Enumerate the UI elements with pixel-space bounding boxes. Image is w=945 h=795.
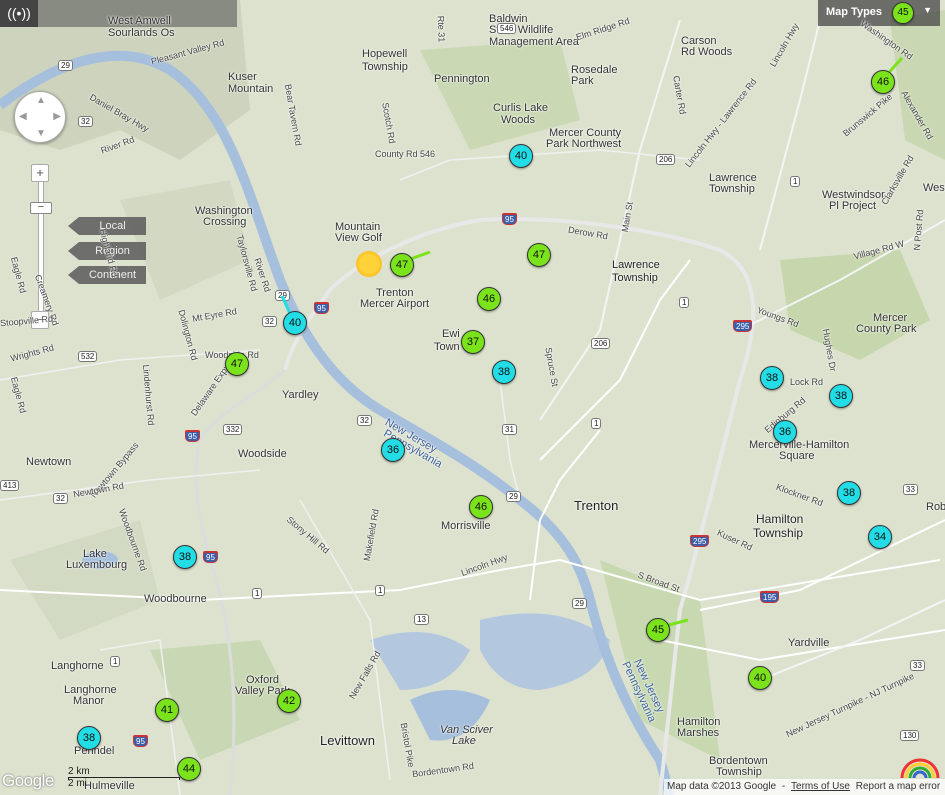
- scale-mi: 2 mi: [68, 778, 87, 789]
- temperature-marker[interactable]: 38: [492, 360, 516, 384]
- report-error-link[interactable]: Report a map error: [856, 781, 940, 792]
- scale-km: 2 km: [68, 766, 90, 777]
- temperature-marker[interactable]: 42: [277, 689, 301, 713]
- scale-bar: 2 km 2 mi: [68, 766, 180, 789]
- temperature-marker[interactable]: 38: [829, 384, 853, 408]
- temperature-marker[interactable]: 36: [381, 438, 405, 462]
- separator: -: [781, 781, 786, 792]
- terms-link[interactable]: Terms of Use: [791, 781, 850, 792]
- google-logo: Google: [2, 771, 54, 790]
- map-data-text: Map data ©2013 Google: [667, 781, 777, 792]
- temperature-marker[interactable]: 40: [509, 144, 533, 168]
- temperature-marker[interactable]: 46: [871, 70, 895, 94]
- temperature-marker[interactable]: 37: [461, 330, 485, 354]
- temperature-marker[interactable]: 40: [748, 666, 772, 690]
- map-canvas[interactable]: ((•)) Map Types 45 ▼ ▲ ▼ ◀ ▶ + − − Local…: [0, 0, 945, 795]
- temperature-marker[interactable]: 41: [155, 698, 179, 722]
- temperature-marker[interactable]: 45: [646, 618, 670, 642]
- weather-rainbow-icon[interactable]: [897, 752, 942, 779]
- temperature-marker[interactable]: 38: [77, 726, 101, 750]
- temperature-marker[interactable]: 38: [173, 545, 197, 569]
- temperature-marker[interactable]: 38: [837, 481, 861, 505]
- temperature-marker[interactable]: 44: [177, 757, 201, 781]
- temperature-marker[interactable]: 47: [390, 253, 414, 277]
- temperature-marker[interactable]: 46: [477, 287, 501, 311]
- wind-barbs: [280, 56, 904, 630]
- temperature-marker[interactable]: 47: [527, 243, 551, 267]
- temperature-marker[interactable]: 38: [760, 366, 784, 390]
- temperature-marker[interactable]: 34: [868, 525, 892, 549]
- temperature-marker[interactable]: 46: [469, 495, 493, 519]
- temperature-marker[interactable]: 36: [773, 420, 797, 444]
- temperature-marker[interactable]: 47: [225, 352, 249, 376]
- attribution-bar: Map data ©2013 Google - Terms of Use Rep…: [664, 779, 945, 795]
- temperature-marker[interactable]: 40: [283, 311, 307, 335]
